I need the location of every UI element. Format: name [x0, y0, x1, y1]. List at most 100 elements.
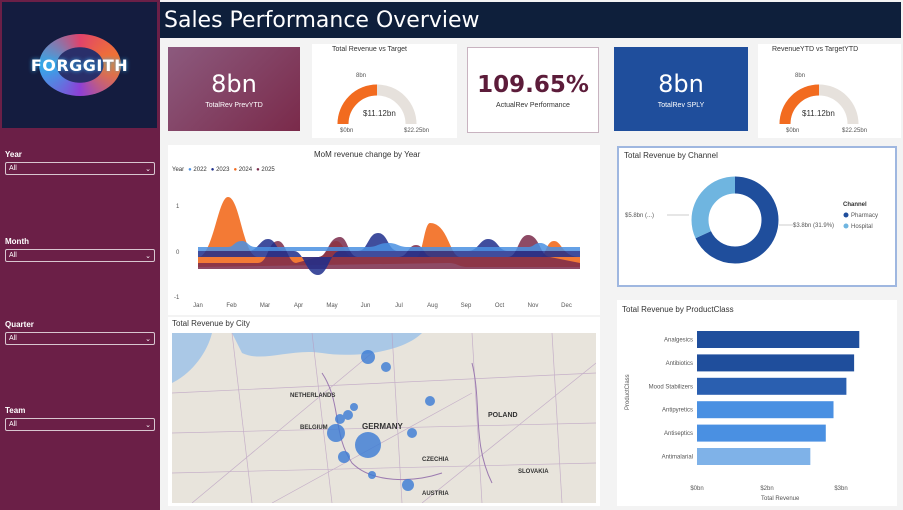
year-filter: Year All ⌄ — [5, 150, 155, 175]
map-label: NETHERLANDS — [290, 393, 335, 399]
bar[interactable] — [697, 401, 834, 419]
x-tick-label: Jan — [193, 303, 203, 309]
header-bar: Sales Performance Overview — [160, 2, 901, 38]
bar[interactable] — [697, 331, 860, 348]
logo-text: FORGGITH — [30, 55, 129, 75]
category-label: Antibiotics — [666, 361, 693, 367]
x-tick-label: $3bn — [834, 486, 847, 492]
x-tick-label: Apr — [294, 303, 303, 309]
city-bubble — [338, 451, 350, 463]
slice-label: $3.8bn (31.9%) — [793, 223, 834, 229]
logo: FORGGITH — [2, 2, 157, 128]
city-bubble — [335, 414, 345, 424]
x-tick-label: Nov — [528, 303, 539, 309]
x-tick-label: Mar — [260, 303, 270, 309]
y-tick-label: 1 — [176, 204, 180, 210]
city-bubble — [350, 403, 358, 411]
quarter-filter-label: Quarter — [5, 320, 34, 329]
map-title: Total Revenue by City — [172, 319, 250, 328]
kpi-label: TotalRev SPLY — [657, 101, 705, 109]
team-filter: Team All ⌄ — [5, 406, 155, 431]
month-filter-label: Month — [5, 237, 29, 246]
map-label: GERMANY — [362, 422, 404, 431]
gauge-fill — [337, 84, 378, 125]
channel-chart-svg: $5.8bn (...) $3.8bn (31.9%) Channel Phar… — [625, 176, 878, 264]
bar[interactable] — [697, 354, 855, 372]
year-select[interactable]: All ⌄ — [5, 162, 155, 175]
kpi-actual-perf: 109.65% ActualRev Performance — [467, 47, 599, 133]
gauge-value: 8bn — [795, 73, 805, 79]
quarter-select[interactable]: All ⌄ — [5, 332, 155, 345]
kpi-rev-prevytd: 8bn TotalRev PrevYTD — [168, 47, 300, 131]
sea-shape — [172, 333, 212, 383]
kpi-label: TotalRev PrevYTD — [205, 101, 263, 109]
sidebar: FORGGITH Year All ⌄ Month All ⌄ Quarter … — [0, 0, 160, 510]
city-bubble — [355, 432, 381, 458]
dashboard: FORGGITH Year All ⌄ Month All ⌄ Quarter … — [0, 0, 903, 510]
legend-swatch — [843, 212, 849, 218]
month-select-value: All — [9, 252, 17, 259]
x-axis-months: Jan Feb Mar Apr May Jun Jul Aug Sep Oct Nov Dec — [193, 303, 572, 309]
kpi-value: 8bn — [211, 69, 257, 98]
map-label: POLAND — [488, 412, 518, 419]
road-network — [172, 333, 596, 503]
gauge-max: $22.25bn — [842, 128, 867, 134]
x-tick-label: $0bn — [690, 486, 703, 492]
bar[interactable] — [697, 377, 847, 395]
map-card: Total Revenue by City NETHERLANDS GERMAN… — [168, 317, 600, 506]
product-chart-card: Total Revenue by ProductClass Analgesics… — [617, 300, 897, 506]
chevron-down-icon: ⌄ — [145, 165, 151, 173]
month-select[interactable]: All ⌄ — [5, 249, 155, 262]
kpi-rev-sply: 8bn TotalRev SPLY — [614, 47, 748, 131]
bar[interactable] — [697, 424, 826, 442]
city-bubble — [402, 479, 414, 491]
product-chart-svg: Analgesics Antibiotics Mood Stabilizers Ant… — [625, 331, 860, 502]
x-tick-label: Oct — [495, 303, 505, 309]
y-tick-label: -1 — [174, 295, 180, 301]
map-area[interactable]: NETHERLANDS GERMANY POLAND CZECHIA BELGI… — [172, 333, 596, 503]
mom-chart-svg: 1 0 -1 Jan Feb Mar Apr May Jun Jul Aug Sep Oct Nov… — [174, 197, 580, 309]
kpi-value: 8bn — [658, 69, 704, 98]
category-label: Antimalarial — [662, 455, 693, 461]
gauge-fill — [779, 84, 820, 125]
mom-chart-card: MoM revenue change by Year Year ● 2022 ●… — [168, 145, 600, 315]
team-select[interactable]: All ⌄ — [5, 418, 155, 431]
donut — [691, 176, 779, 264]
map-label: BELGIUM — [300, 425, 328, 431]
x-tick-label: Jul — [395, 303, 403, 309]
slice-label: $5.8bn (...) — [625, 213, 654, 219]
channel-chart-card: Total Revenue by Channel $5.8bn (...) $3… — [617, 146, 897, 287]
category-label: Analgesics — [664, 338, 693, 344]
x-tick-label: Sep — [461, 303, 472, 309]
map-label: AUSTRIA — [422, 491, 449, 497]
category-label: Antipyretics — [662, 408, 693, 414]
gauge-rev-vs-target: Total Revenue vs Target 8bn $11.12bn $0b… — [312, 44, 457, 138]
legend-item: Pharmacy — [851, 213, 878, 219]
chevron-down-icon: ⌄ — [145, 252, 151, 260]
kpi-label: ActualRev Performance — [496, 101, 570, 109]
border-lines — [321, 362, 493, 484]
x-tick-label: $2bn — [760, 486, 773, 492]
kpi-value: 109.65% — [477, 71, 589, 98]
map-label: SLOVAKIA — [518, 469, 549, 475]
gauge-revytd-vs-targetytd: RevenueYTD vs TargetYTD 8bn $11.12bn $0b… — [758, 44, 901, 138]
gauge-min: $0bn — [786, 128, 799, 134]
team-select-value: All — [9, 421, 17, 428]
city-bubble — [361, 350, 375, 364]
bars: Analgesics Antibiotics Mood Stabilizers Ant… — [649, 331, 860, 492]
chevron-down-icon: ⌄ — [145, 421, 151, 429]
gauge-min: $0bn — [340, 128, 353, 134]
logo-emblem: FORGGITH — [31, 34, 128, 96]
bar[interactable] — [697, 448, 811, 465]
quarter-select-value: All — [9, 335, 17, 342]
x-tick-label: Feb — [226, 303, 237, 309]
city-bubble — [327, 424, 345, 442]
legend-item: Hospital — [851, 224, 873, 230]
city-bubble — [368, 471, 376, 479]
x-tick-label: Dec — [561, 303, 572, 309]
y-tick-label: 0 — [176, 250, 180, 256]
gauge-max: $22.25bn — [404, 128, 429, 134]
year-filter-label: Year — [5, 150, 22, 159]
city-bubble — [407, 428, 417, 438]
y-axis-label: ProductClass — [625, 374, 631, 410]
